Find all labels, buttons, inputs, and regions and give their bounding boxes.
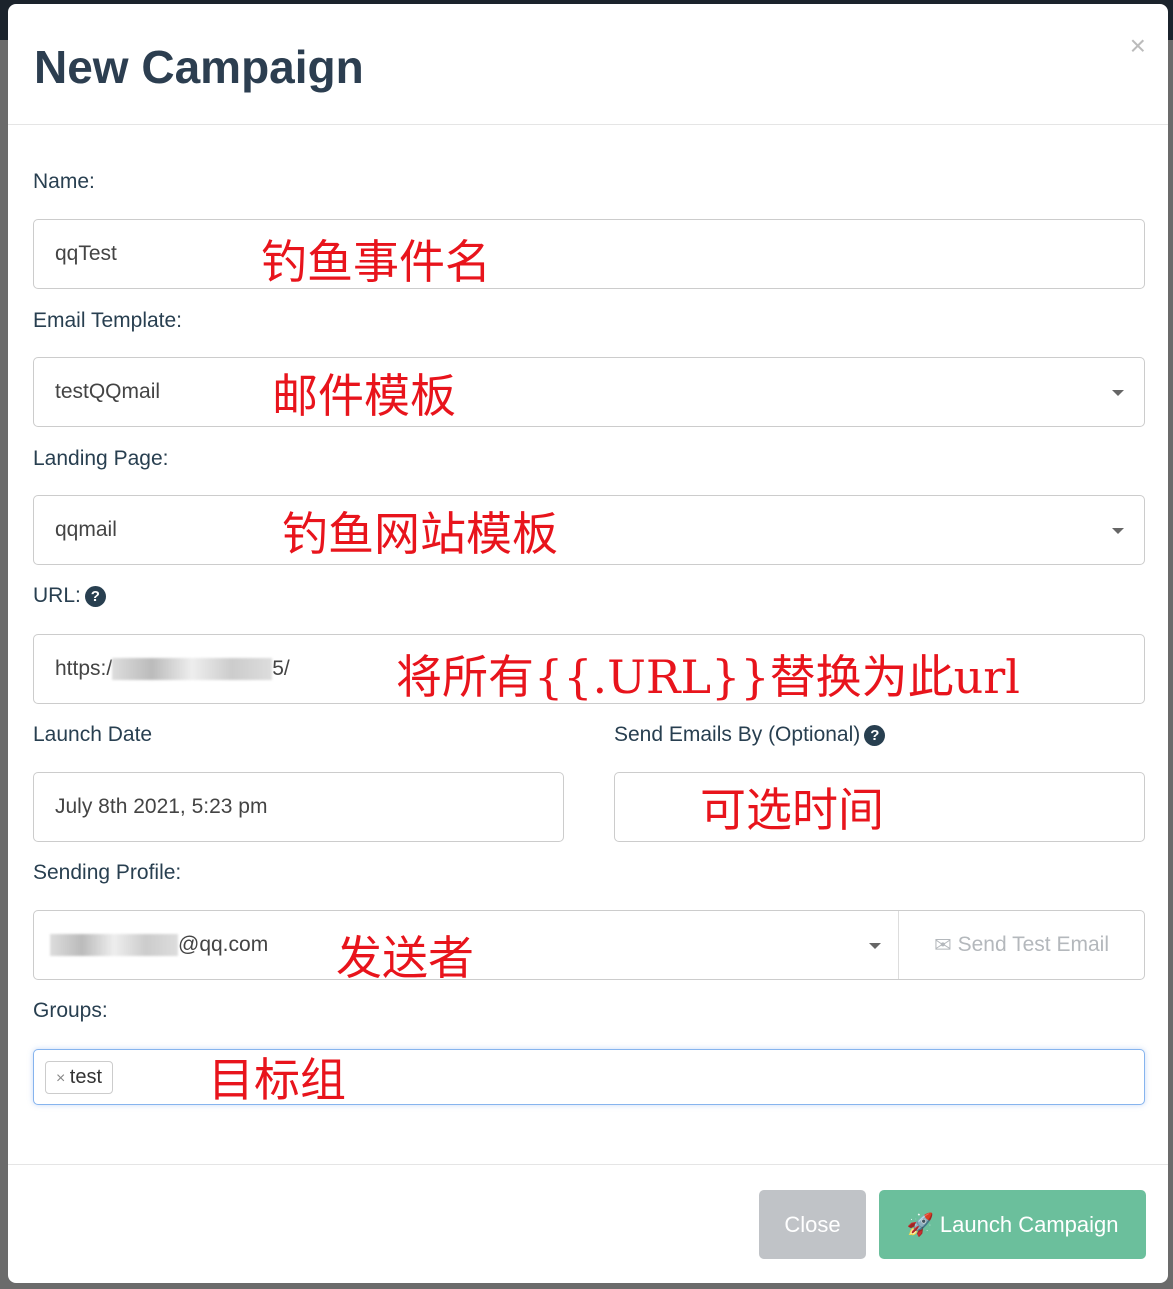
help-icon[interactable]: ? bbox=[864, 724, 886, 746]
chevron-down-icon bbox=[1112, 390, 1124, 396]
annotation-sending-profile: 发送者 bbox=[336, 931, 474, 985]
send-test-email-label: Send Test Email bbox=[957, 933, 1109, 956]
launch-campaign-button[interactable]: 🚀 Launch Campaign bbox=[879, 1190, 1146, 1259]
group-tag-label: test bbox=[69, 1065, 103, 1088]
new-campaign-modal: New Campaign × Name: qqTest 钓鱼事件名 Email … bbox=[8, 4, 1168, 1283]
email-template-label: Email Template: bbox=[33, 309, 183, 332]
redacted-email bbox=[50, 934, 178, 956]
send-by-label-text: Send Emails By (Optional) bbox=[614, 723, 861, 746]
name-value: qqTest bbox=[55, 242, 117, 265]
launch-date-value: July 8th 2021, 5:23 pm bbox=[55, 795, 268, 818]
landing-page-label: Landing Page: bbox=[33, 447, 169, 470]
sending-profile-select[interactable]: @qq.com ✉ Send Test Email bbox=[33, 910, 1145, 980]
name-input[interactable]: qqTest bbox=[33, 219, 1145, 289]
sending-profile-value: @qq.com bbox=[178, 933, 269, 956]
group-tag: × test bbox=[45, 1060, 114, 1094]
send-by-label: Send Emails By (Optional)? bbox=[614, 723, 886, 747]
annotation-send-by: 可选时间 bbox=[700, 783, 884, 837]
url-label-text: URL: bbox=[33, 584, 81, 607]
name-label: Name: bbox=[33, 170, 95, 193]
help-icon[interactable]: ? bbox=[84, 585, 106, 607]
groups-input[interactable]: × test bbox=[33, 1049, 1145, 1105]
redacted-url bbox=[112, 658, 273, 680]
landing-page-value: qqmail bbox=[55, 518, 117, 541]
groups-label: Groups: bbox=[33, 999, 108, 1022]
launch-campaign-label: Launch Campaign bbox=[939, 1211, 1119, 1237]
close-icon[interactable]: × bbox=[1130, 30, 1146, 62]
chevron-down-icon bbox=[1112, 528, 1124, 534]
envelope-icon: ✉ bbox=[934, 933, 952, 957]
divider bbox=[8, 124, 1168, 125]
url-value-prefix: https:/ bbox=[55, 657, 113, 680]
annotation-name: 钓鱼事件名 bbox=[261, 235, 491, 289]
url-value-suffix: 5/ bbox=[272, 657, 290, 680]
send-test-email-button[interactable]: ✉ Send Test Email bbox=[898, 911, 1144, 979]
close-button[interactable]: Close bbox=[759, 1190, 866, 1259]
chevron-down-icon bbox=[869, 943, 881, 949]
launch-date-label: Launch Date bbox=[33, 723, 153, 746]
divider bbox=[8, 1164, 1168, 1165]
annotation-landing-page: 钓鱼网站模板 bbox=[282, 507, 558, 561]
annotation-url: 将所有{{.URL}}替换为此url bbox=[396, 650, 1020, 704]
sending-profile-label: Sending Profile: bbox=[33, 861, 182, 884]
launch-date-input[interactable]: July 8th 2021, 5:23 pm bbox=[33, 772, 564, 842]
annotation-groups: 目标组 bbox=[208, 1053, 346, 1107]
annotation-email-template: 邮件模板 bbox=[272, 369, 456, 423]
url-label: URL:? bbox=[33, 584, 106, 608]
modal-title: New Campaign bbox=[34, 41, 364, 93]
rocket-icon: 🚀 bbox=[906, 1211, 934, 1237]
remove-tag-icon[interactable]: × bbox=[56, 1070, 70, 1087]
email-template-select[interactable]: testQQmail bbox=[33, 357, 1145, 427]
email-template-value: testQQmail bbox=[55, 380, 161, 403]
landing-page-select[interactable]: qqmail bbox=[33, 495, 1145, 565]
